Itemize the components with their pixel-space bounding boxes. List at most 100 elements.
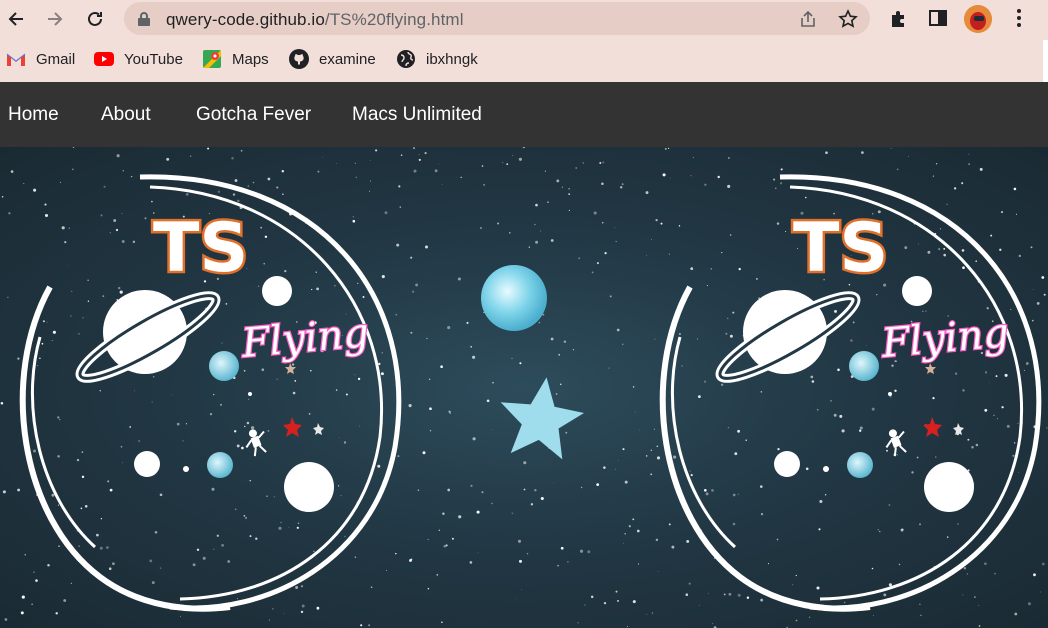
star-dot — [334, 285, 336, 287]
star-dot — [33, 188, 37, 192]
back-button[interactable] — [3, 6, 29, 32]
star-dot — [526, 552, 529, 555]
share-icon[interactable] — [798, 9, 818, 29]
star-dot — [343, 441, 347, 444]
back-arrow-icon — [8, 12, 23, 26]
bookmark-star-icon[interactable] — [838, 9, 858, 29]
star-dot — [639, 429, 640, 431]
star-dot — [916, 456, 919, 459]
star-dot — [615, 590, 618, 593]
extensions-puzzle-icon[interactable] — [888, 7, 910, 29]
star-dot — [670, 177, 671, 179]
nav-link-home[interactable]: Home — [8, 104, 59, 126]
star-dot — [729, 234, 732, 236]
star-dot — [623, 543, 624, 545]
star-dot — [225, 303, 228, 305]
star-dot — [650, 473, 653, 476]
star-dot — [102, 295, 105, 297]
star-dot — [159, 567, 162, 569]
star-dot — [943, 253, 946, 257]
star-dot — [668, 523, 671, 526]
star-dot — [795, 619, 798, 622]
star-dot — [563, 340, 567, 343]
star-dot — [249, 480, 251, 482]
profile-avatar[interactable] — [964, 5, 992, 33]
star-dot — [974, 596, 976, 598]
nav-link-gotcha-fever[interactable]: Gotcha Fever — [196, 104, 311, 126]
gmail-icon — [6, 50, 26, 68]
star-dot — [369, 190, 370, 192]
star-dot — [317, 170, 320, 173]
star-dot — [1000, 211, 1004, 214]
star-dot — [154, 531, 158, 534]
star-dot — [523, 461, 527, 465]
star-dot — [567, 560, 569, 563]
star-dot — [1015, 213, 1018, 215]
star-dot — [486, 399, 490, 403]
star-dot — [68, 227, 70, 229]
star-dot — [61, 226, 65, 230]
star-dot — [255, 537, 258, 540]
star-dot — [296, 526, 299, 529]
star-dot — [21, 595, 25, 599]
nav-link-about[interactable]: About — [101, 104, 151, 126]
bookmark-label: examine — [319, 50, 376, 68]
star-dot — [300, 610, 304, 614]
star-dot — [530, 503, 534, 506]
star-dot — [732, 522, 736, 526]
bookmark-ibxhngk[interactable]: ibxhngk — [396, 49, 478, 69]
star-dot — [704, 489, 707, 492]
star-dot — [816, 408, 819, 411]
star-dot — [381, 275, 385, 279]
star-dot — [547, 201, 549, 203]
star-dot — [179, 616, 181, 617]
star-dot — [723, 593, 726, 596]
browser-menu-kebab-icon[interactable] — [1008, 7, 1030, 29]
page-scrollbar-track[interactable] — [1043, 40, 1048, 82]
star-dot — [919, 523, 921, 526]
bookmark-maps[interactable]: Maps — [202, 49, 269, 69]
star-dot — [112, 562, 115, 566]
star-dot — [697, 338, 699, 340]
star-dot — [243, 515, 246, 517]
forward-button[interactable] — [42, 6, 68, 32]
star-dot — [70, 582, 72, 584]
star-dot — [603, 466, 606, 469]
star-dot — [993, 414, 995, 416]
star-dot — [294, 380, 297, 382]
star-dot — [737, 493, 739, 495]
star-dot — [843, 601, 846, 604]
star-dot — [971, 445, 974, 449]
star-dot — [805, 196, 807, 199]
star-dot — [632, 386, 635, 388]
reload-button[interactable] — [82, 6, 108, 32]
bookmark-examine[interactable]: examine — [289, 49, 376, 69]
star-dot — [71, 290, 73, 292]
side-panel-icon[interactable] — [927, 7, 949, 29]
star-dot — [221, 544, 224, 547]
nav-link-macs-unlimited[interactable]: Macs Unlimited — [352, 104, 482, 126]
star-dot — [962, 389, 965, 392]
star-dot — [57, 455, 60, 458]
star-dot — [132, 240, 136, 244]
star-dot — [59, 419, 61, 421]
star-dot — [726, 317, 729, 320]
star-dot — [990, 234, 993, 237]
star-dot — [470, 345, 473, 348]
star-dot — [946, 203, 948, 205]
star-dot — [491, 429, 493, 431]
star-dot — [596, 483, 600, 486]
star-dot — [138, 440, 140, 442]
star-dot — [1033, 573, 1036, 577]
bookmark-gmail[interactable]: Gmail — [6, 49, 75, 69]
star-dot — [534, 489, 537, 492]
bookmark-youtube[interactable]: YouTube — [94, 49, 183, 69]
star-dot — [481, 491, 484, 494]
star-dot — [792, 584, 794, 586]
star-dot — [415, 283, 419, 287]
star-dot — [656, 445, 659, 448]
star-dot — [68, 265, 70, 266]
star-dot — [705, 492, 709, 496]
star-dot — [984, 408, 988, 412]
address-bar[interactable]: qwery-code.github.io/TS%20flying.html — [124, 2, 870, 35]
